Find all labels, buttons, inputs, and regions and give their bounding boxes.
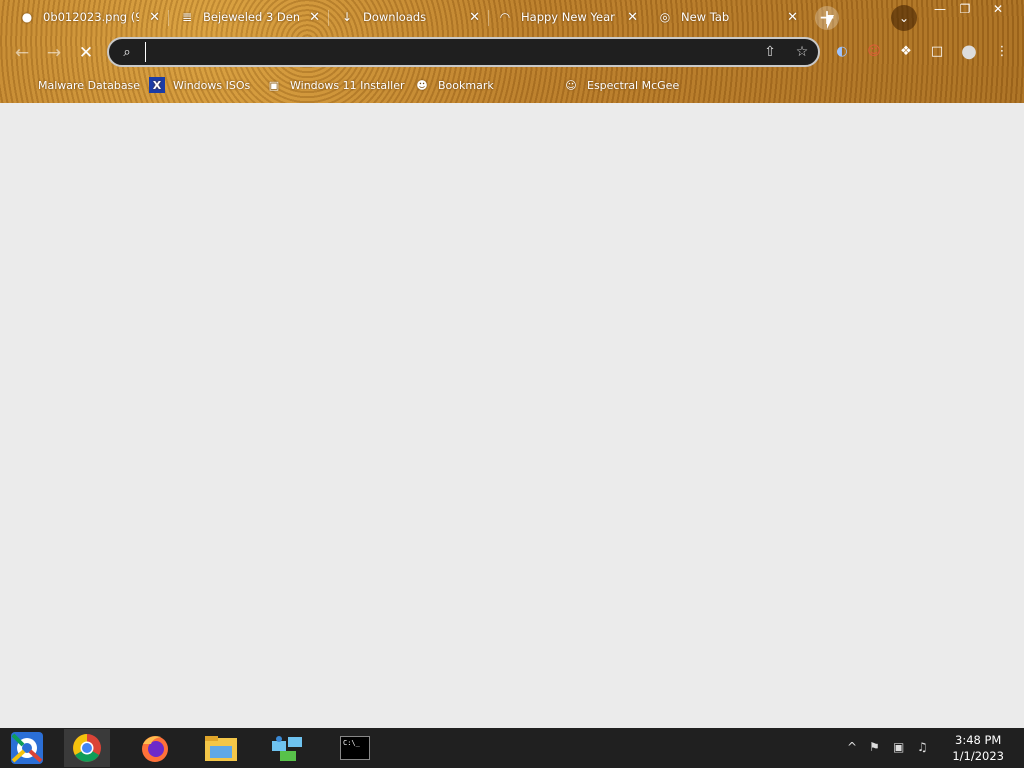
globe-icon: ● xyxy=(21,10,33,24)
menu-icon[interactable]: ⋮ xyxy=(991,41,1013,63)
tab-bejeweled[interactable]: ≣ Bejeweled 3 Demo ✕ xyxy=(160,4,328,30)
bookmark-label: Malware Database xyxy=(38,78,141,92)
bookmark-windows-11-installer[interactable]: ▣ Windows 11 Installer xyxy=(266,76,405,94)
search-icon: ⌕ xyxy=(123,44,131,60)
chrome-taskbar-icon[interactable] xyxy=(64,729,110,767)
start-icon[interactable] xyxy=(6,729,48,767)
omnibox-input[interactable] xyxy=(145,42,754,62)
tab-title: Happy New Year xyxy=(521,10,615,24)
window-close-button[interactable]: ✕ xyxy=(985,0,1011,18)
face-icon: ☻ xyxy=(416,78,428,92)
tab-downloads[interactable]: ↓ Downloads ✕ xyxy=(320,4,488,30)
tab-strip: ● 0b012023.png (91 ✕ ≣ Bejeweled 3 Demo … xyxy=(0,0,1024,34)
network-app-icon[interactable] xyxy=(264,729,310,767)
tab-search-button[interactable]: ⌄ xyxy=(891,5,917,31)
bookmark-windows-isos[interactable]: X Windows ISOs xyxy=(149,76,250,94)
stop-button[interactable]: ✕ xyxy=(74,41,98,65)
rainbow-icon: ◠ xyxy=(499,10,511,24)
volume-icon[interactable]: ♫ xyxy=(917,740,928,754)
bookmarks-bar: Malware Database X Windows ISOs ▣ Window… xyxy=(0,70,1024,100)
minimize-button[interactable]: — xyxy=(927,0,953,18)
blank-bookmark-icon xyxy=(14,77,30,93)
tab-title: New Tab xyxy=(681,10,730,24)
toolbar: ← → ✕ ⌕ ⇧ ☆ ◐ ☺ ❖ □ ● ⋮ xyxy=(0,34,1024,70)
taskbar: C:\_ ^ ⚑ ▣ ♫ 3:48 PM 1/1/2023 xyxy=(0,728,1024,768)
action-center-flag-icon[interactable]: ⚑ xyxy=(869,740,880,754)
back-button[interactable]: ← xyxy=(10,41,34,65)
tab-title: 0b012023.png (91 xyxy=(43,10,139,24)
bookmark-espectral-mcgee[interactable]: ☺ Espectral McGee xyxy=(563,76,679,94)
forward-button[interactable]: → xyxy=(42,41,66,65)
file-explorer-icon[interactable] xyxy=(198,729,244,767)
extensions-puzzle-icon[interactable]: ❖ xyxy=(895,41,917,63)
tab-0b012023[interactable]: ● 0b012023.png (91 ✕ xyxy=(0,4,168,30)
x-logo-icon: X xyxy=(149,77,165,93)
bookmark-label: Bookmark xyxy=(438,78,494,92)
clock-date: 1/1/2023 xyxy=(952,749,1004,763)
clock[interactable]: 3:48 PM 1/1/2023 xyxy=(952,732,1004,764)
close-icon[interactable]: ✕ xyxy=(787,10,798,25)
character-icon: ☺ xyxy=(565,78,577,92)
mouse-cursor-icon xyxy=(827,15,834,29)
terminal-label: C:\_ xyxy=(340,736,370,760)
bookmark-star-icon[interactable]: ☆ xyxy=(786,44,818,60)
close-icon[interactable]: ✕ xyxy=(309,10,320,25)
side-panel-icon[interactable]: □ xyxy=(926,41,948,63)
bookmark-label: Windows 11 Installer xyxy=(290,78,405,92)
museum-icon: ≣ xyxy=(181,10,193,24)
firefox-icon[interactable] xyxy=(132,729,178,767)
close-icon[interactable]: ✕ xyxy=(149,10,160,25)
network-icon[interactable]: ▣ xyxy=(893,740,904,754)
share-icon[interactable]: ⇧ xyxy=(754,44,786,60)
terminal-icon[interactable]: C:\_ xyxy=(332,729,378,767)
page-content xyxy=(0,103,1024,728)
tab-new-tab[interactable]: ◎ New Tab ✕ xyxy=(638,4,806,30)
avatar-extension-icon[interactable]: ☺ xyxy=(863,41,885,63)
restore-button[interactable]: ❐ xyxy=(952,0,978,18)
bookmark-item[interactable]: ☻ Bookmark xyxy=(414,76,494,94)
image-icon: ▣ xyxy=(268,78,280,92)
address-bar[interactable]: ⌕ ⇧ ☆ xyxy=(107,37,820,67)
profile-icon[interactable]: ● xyxy=(958,41,980,63)
browser-chrome: ● 0b012023.png (91 ✕ ≣ Bejeweled 3 Demo … xyxy=(0,0,1024,103)
download-icon: ↓ xyxy=(341,10,353,24)
tab-title: Downloads xyxy=(363,10,427,24)
close-icon[interactable]: ✕ xyxy=(627,10,638,25)
tray-chevron-icon[interactable]: ^ xyxy=(847,740,857,754)
bookmark-label: Espectral McGee xyxy=(587,78,680,92)
tab-title: Bejeweled 3 Demo xyxy=(203,10,299,24)
tab-happy-new-year[interactable]: ◠ Happy New Year ✕ xyxy=(478,4,646,30)
clock-time: 3:48 PM xyxy=(955,733,1002,747)
chrome-icon: ◎ xyxy=(659,10,671,24)
bookmark-malware-database[interactable]: Malware Database xyxy=(14,76,140,94)
bookmark-label: Windows ISOs xyxy=(173,78,251,92)
flag-extension-icon[interactable]: ◐ xyxy=(831,41,853,63)
